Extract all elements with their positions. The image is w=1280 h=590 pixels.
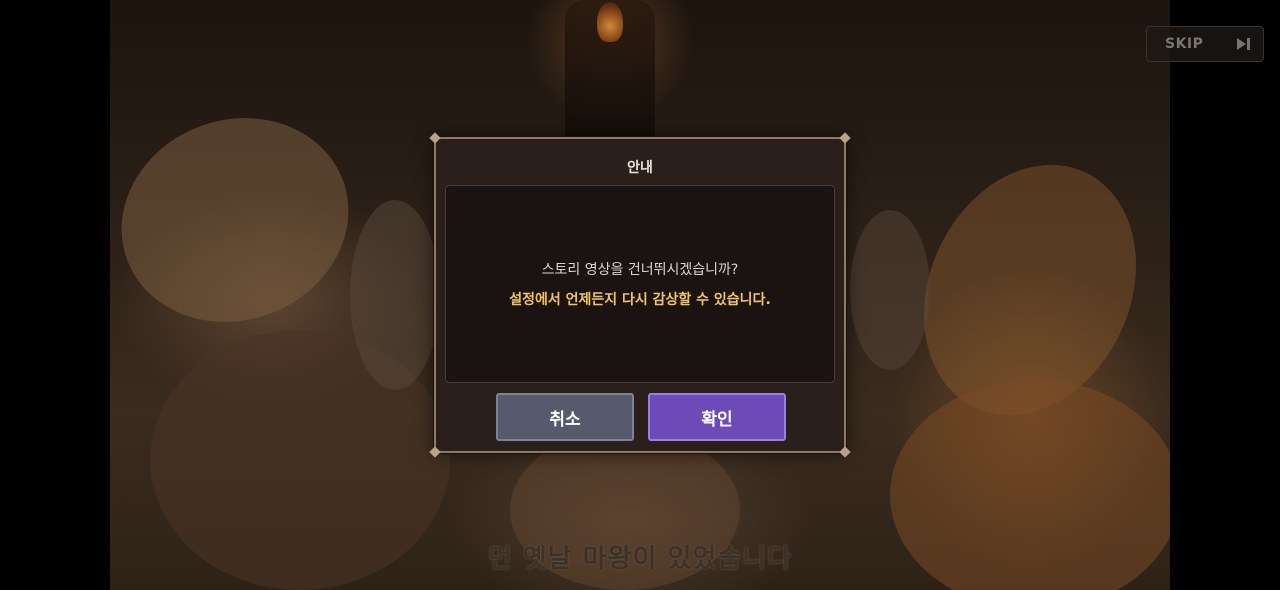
dialog-title: 안내 — [627, 160, 653, 176]
confirm-button[interactable]: 확인 — [648, 393, 786, 441]
scene-figure — [110, 86, 378, 354]
flame-glow — [597, 2, 623, 42]
confirm-button-label: 확인 — [701, 409, 733, 430]
scene-figure — [850, 210, 930, 370]
skip-forward-icon — [1237, 38, 1250, 50]
scene-figure — [350, 200, 440, 390]
story-subtitle: 먼 옛날 마왕이 있었습니다 — [487, 544, 793, 574]
skip-label: SKIP — [1165, 36, 1204, 52]
skip-confirm-dialog: 안내 스토리 영상을 건너뛰시겠습니까? 설정에서 언제든지 다시 감상할 수 … — [429, 132, 851, 458]
dialog-message-question: 스토리 영상을 건너뛰시겠습니까? — [541, 262, 739, 278]
cancel-button-label: 취소 — [549, 409, 581, 430]
cancel-button[interactable]: 취소 — [496, 393, 634, 441]
dialog-message-box: 스토리 영상을 건너뛰시겠습니까? 설정에서 언제든지 다시 감상할 수 있습니… — [445, 185, 835, 383]
skip-button[interactable]: SKIP — [1146, 26, 1264, 62]
dialog-message-note: 설정에서 언제든지 다시 감상할 수 있습니다. — [509, 292, 771, 308]
